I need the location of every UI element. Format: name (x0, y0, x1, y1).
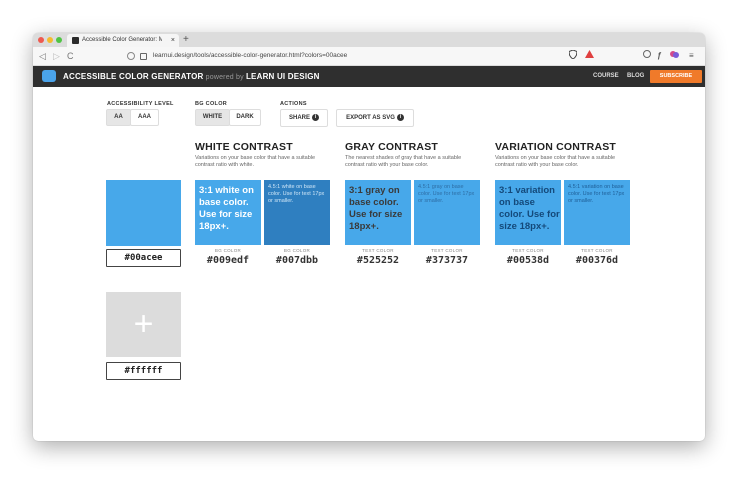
brand-name: LEARN UI DESIGN (245, 72, 320, 81)
tile-hex[interactable]: #007dbb (264, 255, 330, 266)
share-button[interactable]: SHARE i (280, 109, 328, 127)
tile-hex[interactable]: #525252 (345, 255, 411, 266)
aa-toggle[interactable]: AA (106, 109, 131, 126)
bg-color-label: BG COLOR (195, 101, 228, 107)
tile-label: TEXT COLOR (581, 248, 613, 253)
actions-label: ACTIONS (280, 101, 307, 107)
site-header: ACCESSIBLE COLOR GENERATOR powered by LE… (33, 66, 705, 87)
url-field[interactable]: learnui.design/tools/accessible-color-ge… (153, 52, 347, 59)
white-4-5-1-tile[interactable]: 4.5:1 white on base color. Use for text … (264, 180, 330, 245)
bg-white-toggle[interactable]: WHITE (195, 109, 230, 126)
tile-text: 4.5:1 white on base color. Use for text … (268, 184, 325, 204)
new-tab-button[interactable]: + (183, 33, 189, 47)
tile-hex[interactable]: #00538d (495, 255, 561, 266)
add-icon: + (133, 305, 154, 343)
tab-bar: Accessible Color Generator: Mak × + (33, 33, 705, 47)
tile-label: BG COLOR (283, 248, 311, 253)
tab-title: Accessible Color Generator: Mak (82, 37, 162, 43)
section-desc-gray: The nearest shades of gray that have a s… (345, 155, 462, 168)
menu-icon[interactable]: ≡ (689, 50, 694, 62)
tile-text: 3:1 white on base color. Use for size 18… (199, 185, 254, 232)
powered-by-text: powered by (203, 74, 246, 81)
lock-icon[interactable] (140, 53, 147, 60)
tile-label: TEXT COLOR (431, 248, 463, 253)
tile-label: TEXT COLOR (362, 248, 394, 253)
tile-text: 3:1 gray on base color. Use for size 18p… (349, 185, 403, 232)
reload-icon[interactable]: C (67, 50, 74, 62)
app-title: ACCESSIBLE COLOR GENERATOR (63, 72, 204, 81)
section-desc-white: Variations on your base color that have … (195, 155, 316, 168)
tile-hex[interactable]: #373737 (414, 255, 480, 266)
section-title-white: WHITE CONTRAST (195, 141, 293, 153)
gray-3-1-tile[interactable]: 3:1 gray on base color. Use for size 18p… (345, 180, 411, 245)
close-window-dot[interactable] (38, 37, 44, 43)
extension-icon[interactable] (670, 50, 679, 63)
tile-text: 4.5:1 gray on base color. Use for text 1… (418, 184, 475, 204)
share-info-icon: i (312, 113, 319, 121)
font-extension-icon[interactable]: ƒ (657, 50, 661, 62)
logo-icon[interactable] (42, 70, 56, 82)
blog-link[interactable]: BLOG (627, 73, 644, 79)
gray-4-5-1-tile[interactable]: 4.5:1 gray on base color. Use for text 1… (414, 180, 480, 245)
bg-dark-toggle[interactable]: DARK (229, 109, 261, 126)
shield-icon[interactable] (568, 49, 578, 63)
maximize-window-dot[interactable] (56, 37, 62, 43)
minimize-window-dot[interactable] (47, 37, 53, 43)
browser-window: Accessible Color Generator: Mak × + ◁ ▷ … (33, 33, 705, 441)
back-icon[interactable]: ◁ (39, 50, 46, 62)
pocket-icon[interactable] (643, 50, 651, 62)
tile-label: BG COLOR (214, 248, 242, 253)
aaa-toggle[interactable]: AAA (130, 109, 159, 126)
second-color-input[interactable]: #ffffff (106, 362, 181, 380)
export-svg-button[interactable]: EXPORT AS SVG i (336, 109, 414, 127)
forward-icon[interactable]: ▷ (53, 50, 60, 62)
export-label: EXPORT AS SVG (346, 115, 395, 121)
tile-text: 3:1 variation on base color. Use for siz… (499, 185, 560, 232)
add-color-swatch[interactable]: + (106, 292, 181, 357)
tile-label: TEXT COLOR (512, 248, 544, 253)
warning-icon[interactable] (585, 50, 594, 62)
tile-hex[interactable]: #009edf (195, 255, 261, 266)
site-title[interactable]: ACCESSIBLE COLOR GENERATOR powered by LE… (63, 72, 320, 81)
tile-hex[interactable]: #00376d (564, 255, 630, 266)
base-color-input[interactable]: #00acee (106, 249, 181, 267)
info-icon[interactable] (127, 52, 135, 60)
variation-3-1-tile[interactable]: 3:1 variation on base color. Use for siz… (495, 180, 561, 245)
section-title-variation: VARIATION CONTRAST (495, 141, 617, 153)
accessibility-level-label: ACCESSIBILITY LEVEL (107, 101, 174, 107)
section-desc-variation: Variations on your base color that have … (495, 155, 616, 168)
favicon-icon (72, 37, 79, 44)
white-3-1-tile[interactable]: 3:1 white on base color. Use for size 18… (195, 180, 261, 245)
subscribe-button[interactable]: SUBSCRIBE (650, 70, 702, 83)
tile-text: 4.5:1 variation on base color. Use for t… (568, 184, 625, 204)
close-tab-icon[interactable]: × (171, 34, 175, 47)
export-info-icon: i (396, 113, 404, 121)
course-link[interactable]: COURSE (593, 73, 619, 79)
section-title-gray: GRAY CONTRAST (345, 141, 439, 153)
address-toolbar: ◁ ▷ C learnui.design/tools/accessible-co… (33, 47, 705, 66)
variation-4-5-1-tile[interactable]: 4.5:1 variation on base color. Use for t… (564, 180, 630, 245)
base-color-swatch[interactable] (106, 180, 181, 246)
share-label: SHARE (288, 115, 310, 121)
browser-tab[interactable]: Accessible Color Generator: Mak × (67, 34, 179, 47)
